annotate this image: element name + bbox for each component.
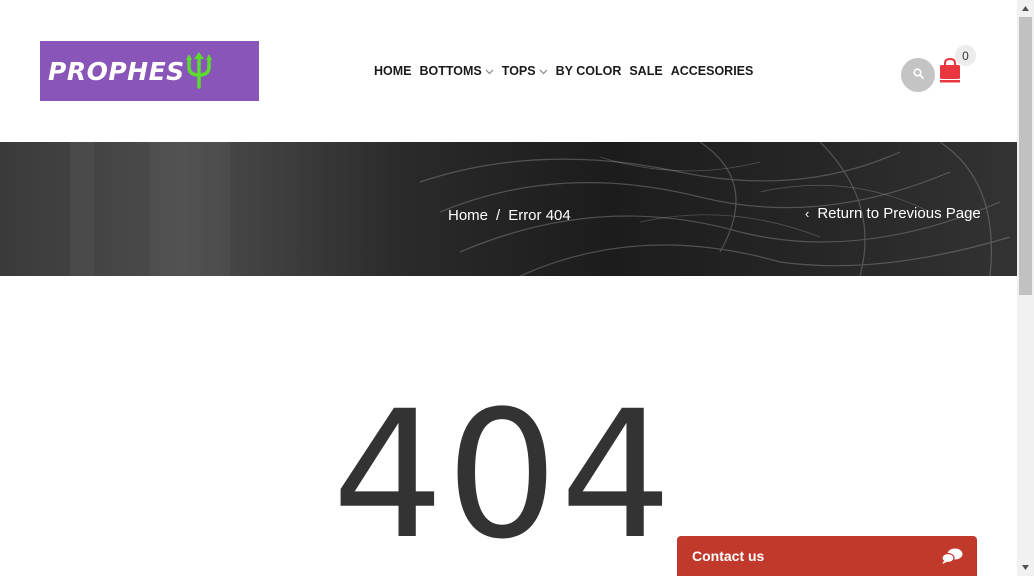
nav-accesories[interactable]: ACCESORIES xyxy=(671,64,754,78)
return-to-previous-link[interactable]: ‹ Return to Previous Page xyxy=(805,205,981,222)
search-icon xyxy=(912,66,924,84)
nav-home[interactable]: HOME xyxy=(374,64,412,78)
nav-bottoms-label: BOTTOMS xyxy=(419,64,482,78)
logo-text: PROPHES xyxy=(48,56,185,86)
chevron-down-icon xyxy=(485,64,494,78)
return-label: Return to Previous Page xyxy=(817,205,981,222)
chevron-left-icon: ‹ xyxy=(805,206,810,221)
nav-sale[interactable]: SALE xyxy=(629,64,662,78)
breadcrumb-home[interactable]: Home xyxy=(448,207,488,224)
vertical-scrollbar[interactable] xyxy=(1017,0,1034,576)
nav-tops-label: TOPS xyxy=(501,64,536,78)
error-code: 404 xyxy=(332,373,674,578)
nav-sale-label: SALE xyxy=(629,64,663,78)
nav-home-label: HOME xyxy=(374,64,412,78)
scroll-down-arrow-icon[interactable] xyxy=(1017,559,1034,576)
nav-bottoms[interactable]: BOTTOMS xyxy=(420,64,494,78)
breadcrumb-current: Error 404 xyxy=(508,207,571,224)
nav-tops[interactable]: TOPS xyxy=(502,64,548,78)
cart-count-badge: 0 xyxy=(955,45,976,66)
contact-label: Contact us xyxy=(692,548,765,564)
scrollbar-thumb[interactable] xyxy=(1019,17,1032,295)
nav-by-color-label: BY COLOR xyxy=(555,64,622,78)
logo[interactable]: PROPHES xyxy=(40,41,259,101)
trident-icon xyxy=(185,51,212,94)
chevron-down-icon xyxy=(539,64,548,78)
site-header: PROPHES HOME BOTTOMS TOPS BY COLOR SALE … xyxy=(0,0,1017,142)
nav-accesories-label: ACCESORIES xyxy=(670,64,754,78)
contact-us-button[interactable]: Contact us xyxy=(677,536,977,576)
nav-by-color[interactable]: BY COLOR xyxy=(556,64,622,78)
search-button[interactable] xyxy=(901,58,935,92)
main-nav: HOME BOTTOMS TOPS BY COLOR SALE ACCESORI… xyxy=(374,64,761,78)
shopping-bag-icon xyxy=(939,57,961,88)
breadcrumb-separator: / xyxy=(496,207,501,224)
chat-bubbles-icon xyxy=(941,548,963,569)
scroll-up-arrow-icon[interactable] xyxy=(1017,0,1034,17)
breadcrumb: Home / Error 404 xyxy=(448,207,571,224)
